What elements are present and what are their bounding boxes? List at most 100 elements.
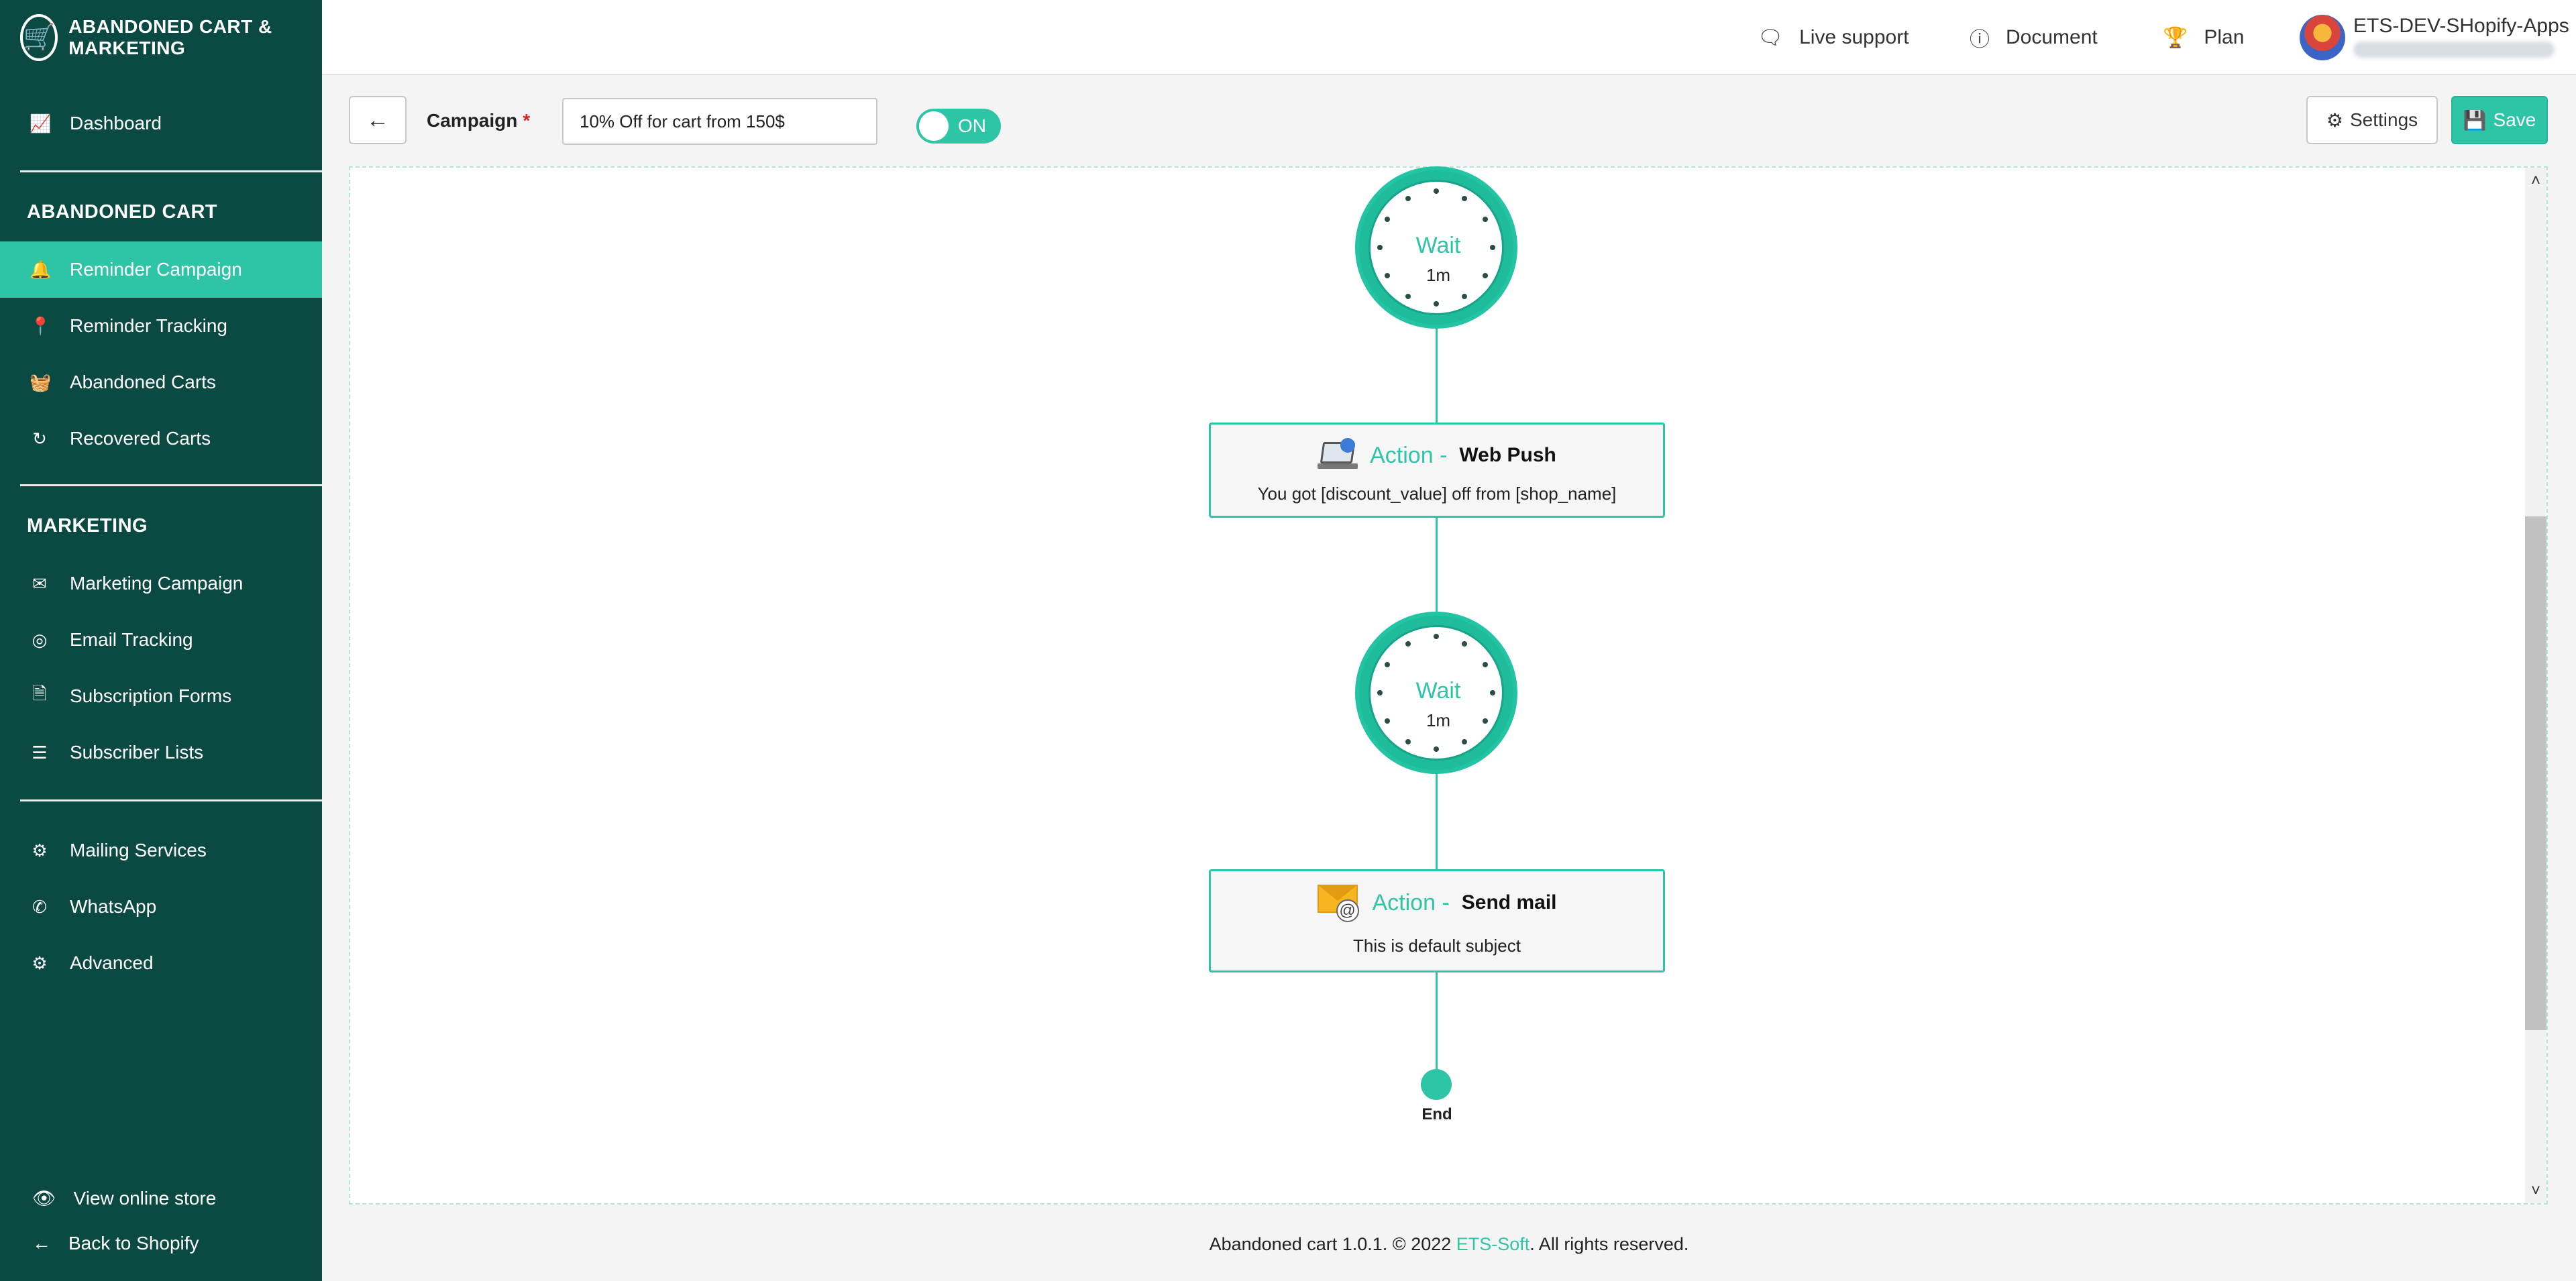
gear-icon: ⚙ [32, 840, 48, 860]
campaign-label: Campaign * [427, 110, 530, 131]
sidebar-item-email-tracking[interactable]: ◎ Email Tracking [0, 612, 322, 668]
chat-bubble-icon: 🗨 [1758, 26, 1784, 49]
store-avatar[interactable] [2300, 15, 2345, 60]
sidebar-item-abandoned-carts[interactable]: 🧺 Abandoned Carts [0, 354, 322, 410]
cart-logo-icon: 🛒 [20, 14, 58, 61]
chart-line-icon: 📈 [30, 113, 52, 133]
action-header: @ Action - Send mail [1211, 885, 1663, 922]
clock-tick-dot [1385, 217, 1391, 222]
plan-link[interactable]: 🏆 Plan [2163, 0, 2244, 75]
document-label: Document [2006, 26, 2098, 48]
target-icon: ◎ [32, 629, 48, 650]
sidebar-item-recovered-carts[interactable]: ↻ Recovered Carts [0, 410, 322, 467]
scroll-up-icon[interactable]: ˄ [2525, 170, 2546, 192]
clock-tick-dot [1434, 634, 1439, 639]
campaign-label-text: Campaign [427, 110, 518, 131]
sidebar-item-marketing-campaign[interactable]: ✉ Marketing Campaign [0, 555, 322, 612]
app-logo[interactable]: 🛒 Abandoned Cart & Marketing [0, 0, 322, 75]
back-to-shopify-link[interactable]: ← Back to Shopify [32, 1233, 199, 1254]
sidebar-divider [20, 484, 322, 486]
clock-tick-dot [1490, 245, 1495, 250]
toggle-label: ON [958, 115, 986, 136]
view-online-store-label: View online store [73, 1187, 217, 1209]
clock-tick-dot [1462, 196, 1467, 202]
clock-tick-dot [1434, 301, 1439, 307]
sidebar-item-label: Reminder Tracking [70, 315, 227, 336]
sidebar-item-whatsapp[interactable]: ✆ WhatsApp [0, 879, 322, 935]
action-description: You got [discount_value] off from [shop_… [1257, 484, 1617, 504]
clock-tick-dot [1434, 746, 1439, 752]
action-node-web-push[interactable]: Action - Web Push You got [discount_valu… [1209, 423, 1665, 518]
basket-icon: 🧺 [30, 372, 52, 392]
footer-suffix: . All rights reserved. [1529, 1234, 1689, 1254]
action-label: Action - [1370, 442, 1448, 468]
settings-label: Settings [2349, 109, 2418, 130]
sidebar-item-mailing-services[interactable]: ⚙ Mailing Services [0, 822, 322, 879]
save-button[interactable]: 💾 Save [2451, 96, 2548, 144]
sidebar-item-label: Abandoned Carts [70, 372, 216, 392]
sidebar: 🛒 Abandoned Cart & Marketing 📈 Dashboard… [0, 0, 322, 1281]
wait-node[interactable]: Wait 1m [1355, 166, 1517, 329]
clock-face-icon: Wait 1m [1368, 625, 1504, 761]
scrollbar-thumb[interactable] [2525, 516, 2546, 1030]
clock-tick-dot [1462, 738, 1467, 744]
canvas-scrollbar[interactable]: ˄ ˅ [2525, 168, 2546, 1203]
store-name[interactable]: ETS-DEV-SHopify-Apps [2353, 15, 2569, 38]
clock-tick-dot [1405, 196, 1411, 202]
refresh-icon: ↻ [32, 428, 47, 449]
back-button[interactable]: ← [349, 96, 407, 144]
sidebar-item-reminder-tracking[interactable]: 📍 Reminder Tracking [0, 298, 322, 354]
wait-node[interactable]: Wait 1m [1355, 612, 1517, 774]
required-mark: * [523, 110, 531, 131]
footer-brand-link[interactable]: ETS-Soft [1456, 1234, 1530, 1254]
clock-tick-dot [1405, 641, 1411, 647]
map-pin-icon: 📍 [30, 315, 52, 336]
end-label: End [1421, 1105, 1452, 1123]
back-to-shopify-label: Back to Shopify [68, 1233, 199, 1254]
action-type: Web Push [1459, 444, 1556, 466]
eye-icon: 👁 [32, 1188, 56, 1209]
sidebar-item-subscription-forms[interactable]: 🗎 Subscription Forms [0, 668, 322, 724]
clock-tick-dot [1377, 245, 1383, 250]
end-node[interactable] [1421, 1069, 1452, 1100]
clock-tick-dot [1385, 662, 1391, 667]
document-link[interactable]: ⓘ Document [1970, 0, 2098, 75]
trophy-icon: 🏆 [2163, 26, 2188, 49]
sidebar-item-label: Subscription Forms [70, 685, 232, 706]
scroll-down-icon[interactable]: ˅ [2525, 1180, 2546, 1202]
sidebar-item-dashboard[interactable]: 📈 Dashboard [0, 95, 322, 152]
action-label: Action - [1372, 889, 1450, 915]
clock-tick-dot [1377, 690, 1383, 695]
settings-button[interactable]: ⚙ Settings [2306, 96, 2438, 144]
live-support-link[interactable]: 🗨 Live support [1758, 0, 1909, 75]
wait-label: Wait [1415, 678, 1461, 704]
clock-tick-dot [1405, 738, 1411, 744]
toggle-knob [919, 111, 949, 141]
app-brand-name: Abandoned Cart & Marketing [68, 16, 272, 58]
sidebar-divider [20, 170, 322, 172]
bell-icon: 🔔 [30, 259, 52, 280]
sidebar-item-label: Email Tracking [70, 629, 193, 650]
envelope-at-icon: @ [1317, 885, 1360, 922]
document-icon: 🗎 [32, 683, 47, 704]
clock-tick-dot [1482, 662, 1488, 667]
campaign-name-input[interactable] [562, 98, 877, 145]
action-header: Action - Web Push [1211, 438, 1663, 473]
arrow-left-icon: ← [366, 107, 389, 133]
live-support-label: Live support [1799, 26, 1909, 48]
campaign-status-toggle[interactable]: ON [916, 109, 1001, 144]
question-circle-icon: ⓘ [1970, 29, 1990, 51]
page-footer: Abandoned cart 1.0.1. © 2022 ETS-Soft. A… [322, 1234, 2576, 1255]
save-label: Save [2493, 109, 2536, 130]
sidebar-item-subscriber-lists[interactable]: ☰ Subscriber Lists [0, 724, 322, 781]
store-email-blurred [2353, 42, 2555, 58]
view-online-store-link[interactable]: 👁 View online store [32, 1187, 216, 1209]
sidebar-item-advanced[interactable]: ⚙ Advanced [0, 935, 322, 991]
clock-tick-dot [1482, 273, 1488, 278]
action-node-send-mail[interactable]: @ Action - Send mail This is default sub… [1209, 869, 1665, 972]
clock-tick-dot [1434, 188, 1439, 194]
clock-tick-dot [1482, 718, 1488, 724]
clock-tick-dot [1490, 690, 1495, 695]
sidebar-item-reminder-campaign[interactable]: 🔔 Reminder Campaign [0, 241, 322, 298]
whatsapp-icon: ✆ [32, 896, 47, 917]
